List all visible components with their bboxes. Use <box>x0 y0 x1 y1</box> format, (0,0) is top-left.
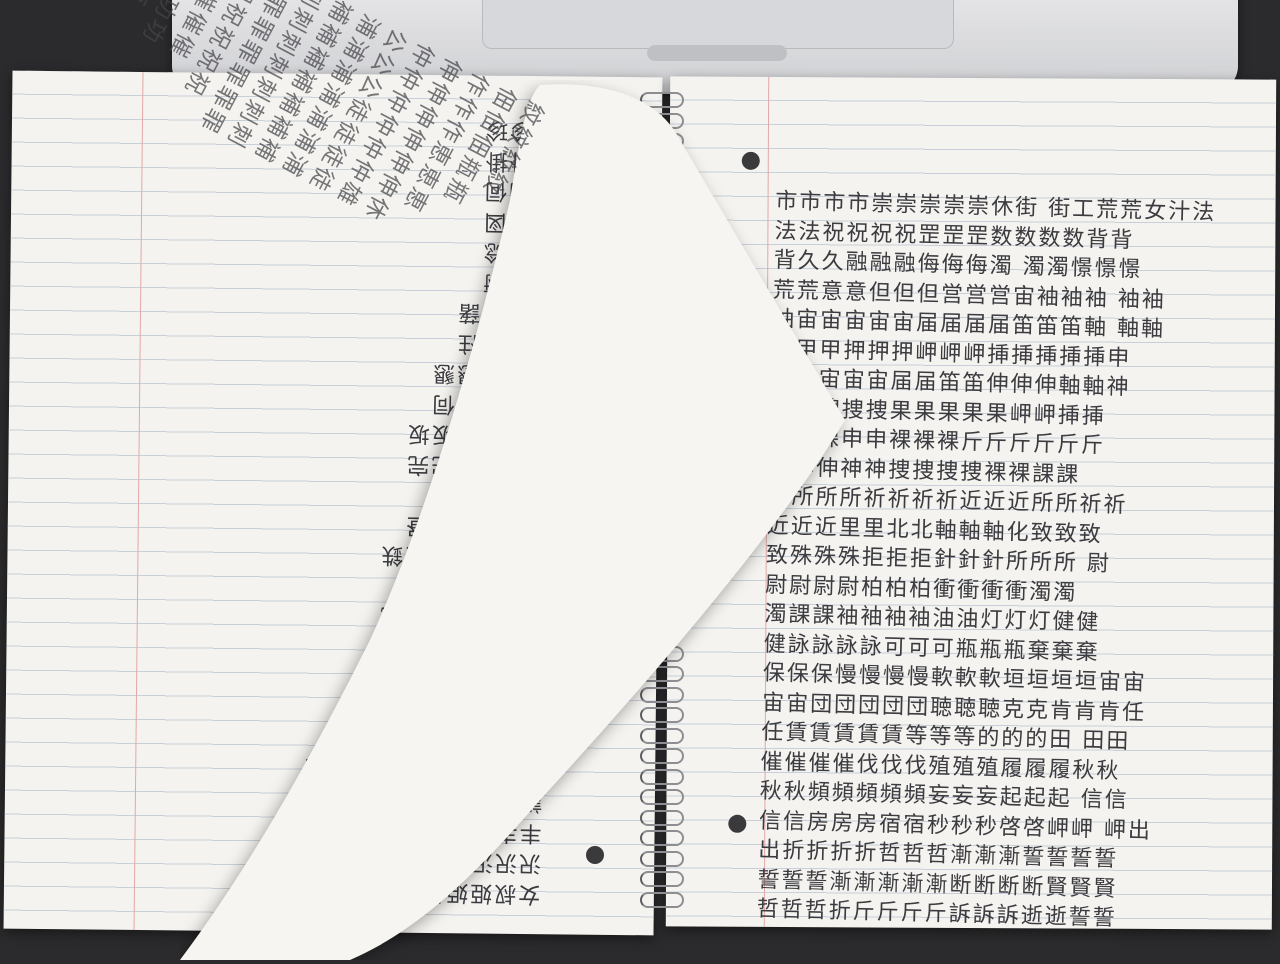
flipped-page-shape <box>180 84 845 960</box>
laptop-hinge <box>647 45 787 61</box>
laptop-trackpad <box>482 0 954 49</box>
left-margin-line <box>133 71 144 930</box>
flipped-page: 紋紋紋紋 佃佃佃瓶瓶 作作作恵恵恵 伸伸伸伸伸伸休 仲仲仲仲仲仲雄 公公公徒徒徒… <box>121 0 870 960</box>
